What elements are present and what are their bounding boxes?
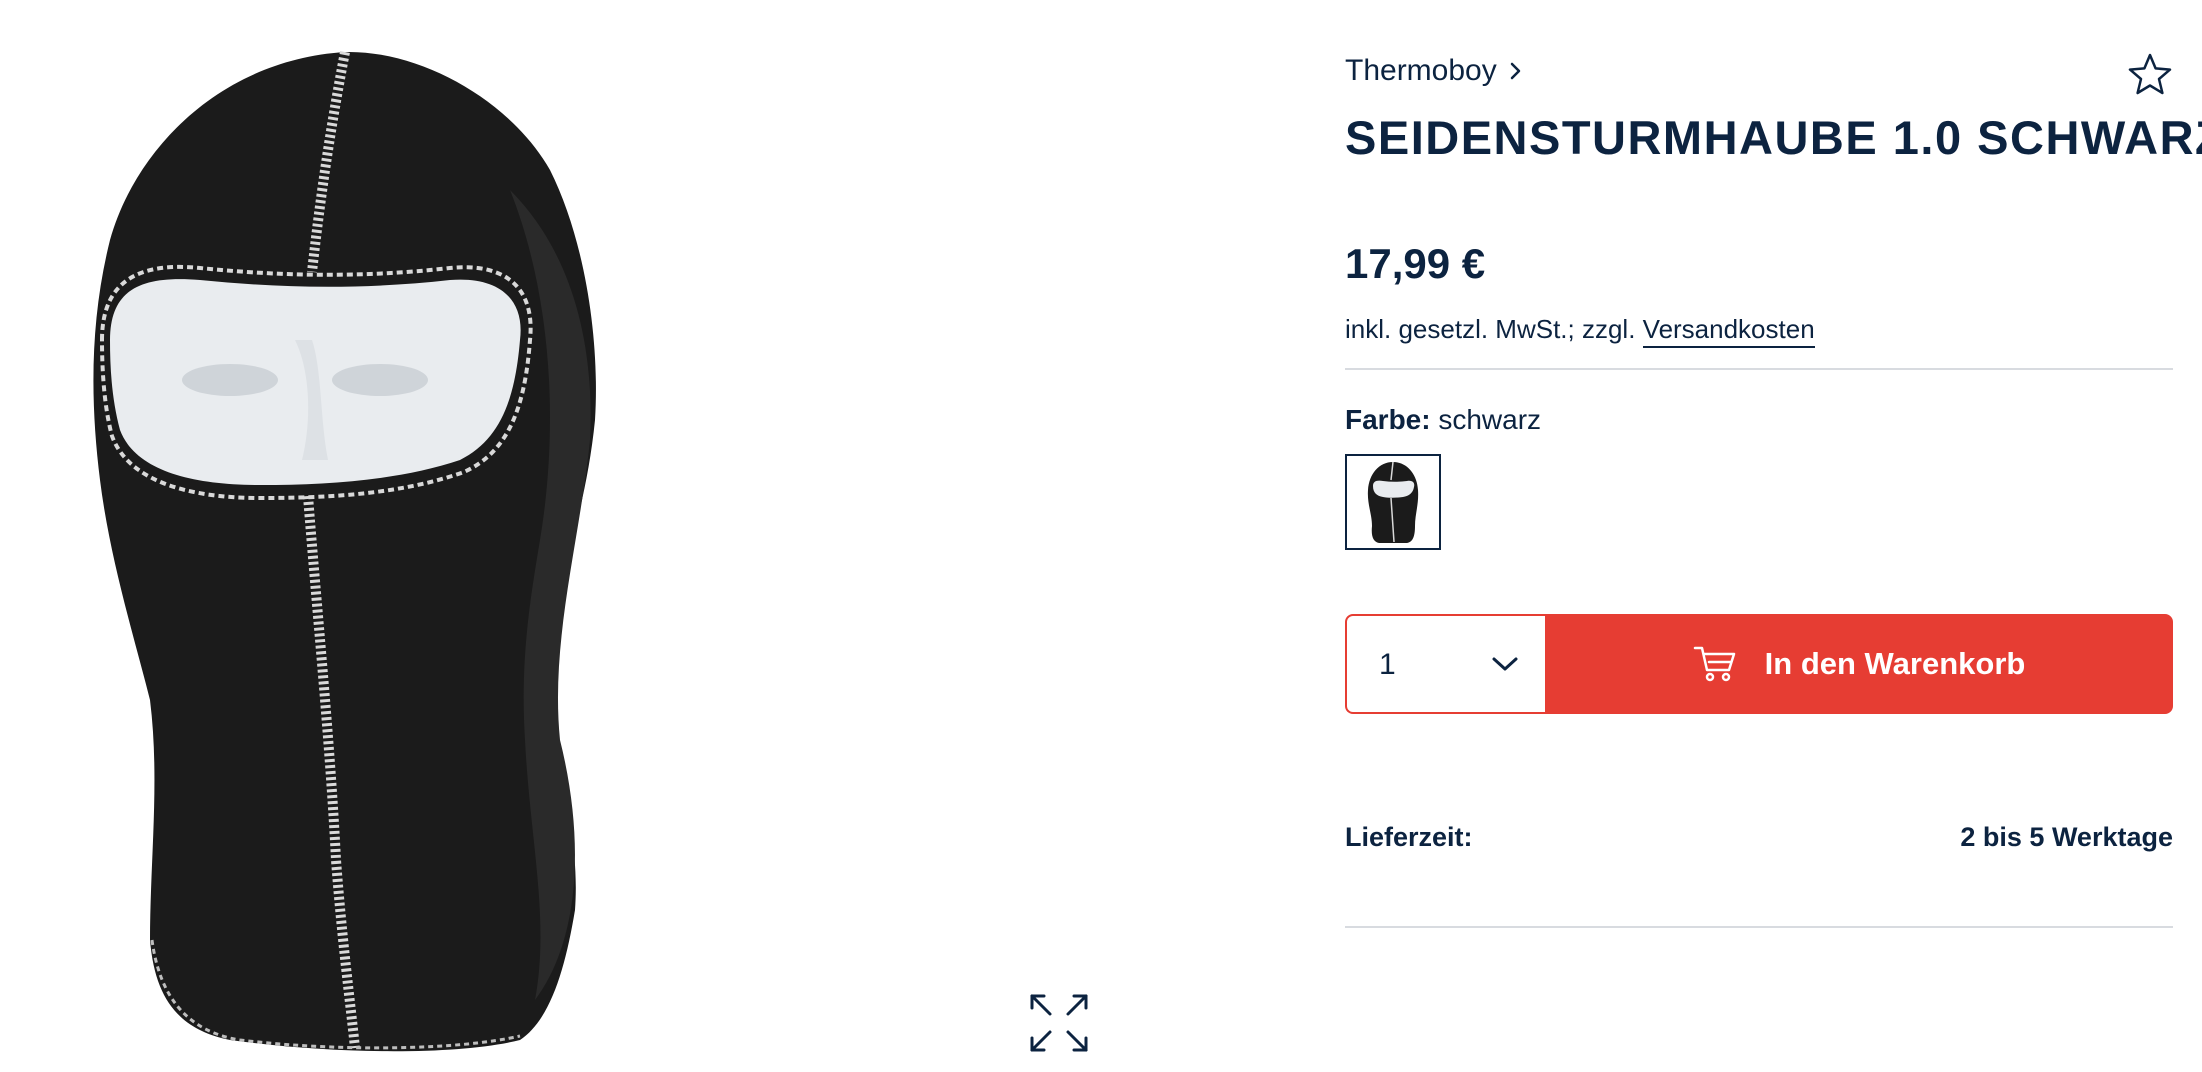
wishlist-button[interactable] <box>2127 52 2173 98</box>
chevron-down-icon <box>1492 657 1518 671</box>
add-to-cart-button[interactable]: In den Warenkorb <box>1545 614 2173 714</box>
product-image[interactable] <box>80 40 640 1060</box>
quantity-value: 1 <box>1379 648 1396 681</box>
add-to-cart-row: 1 In den Warenkorb <box>1345 614 2173 714</box>
product-title: SEIDENSTURMHAUBE 1.0 SCHWARZ <box>1345 111 2202 164</box>
tax-info: inkl. gesetzl. MwSt.; zzgl. Versandkoste… <box>1345 314 1815 348</box>
delivery-time-value: 2 bis 5 Werktage <box>1960 822 2173 852</box>
add-to-cart-label: In den Warenkorb <box>1764 646 2026 681</box>
shopping-cart-icon <box>1693 646 1735 682</box>
swatch-thumbnail <box>1367 461 1419 543</box>
brand-name: Thermoboy <box>1345 54 1497 87</box>
chevron-right-icon <box>1510 62 1520 80</box>
delivery-time-label: Lieferzeit: <box>1345 822 1473 852</box>
expand-arrows-icon <box>1030 994 1088 1052</box>
star-outline-icon <box>2128 53 2172 95</box>
brand-link[interactable]: Thermoboy <box>1345 54 1523 88</box>
color-swatch-schwarz[interactable] <box>1345 454 1441 550</box>
divider <box>1345 926 2173 928</box>
color-value: schwarz <box>1438 404 1542 435</box>
divider <box>1345 368 2173 370</box>
product-gallery <box>0 0 1170 1072</box>
color-label: Farbe: <box>1345 404 1431 435</box>
quantity-select[interactable]: 1 <box>1345 614 1545 714</box>
tax-text: inkl. gesetzl. MwSt.; zzgl. <box>1345 314 1643 344</box>
product-price: 17,99 € <box>1345 240 1486 287</box>
shipping-costs-link[interactable]: Versandkosten <box>1642 314 1815 348</box>
zoom-button[interactable] <box>1026 990 1092 1056</box>
color-selection-label: Farbe: schwarz <box>1345 404 1541 436</box>
buy-box: Thermoboy SEIDENSTURMHAUBE 1.0 SCHWARZ 1… <box>1345 0 2202 1072</box>
